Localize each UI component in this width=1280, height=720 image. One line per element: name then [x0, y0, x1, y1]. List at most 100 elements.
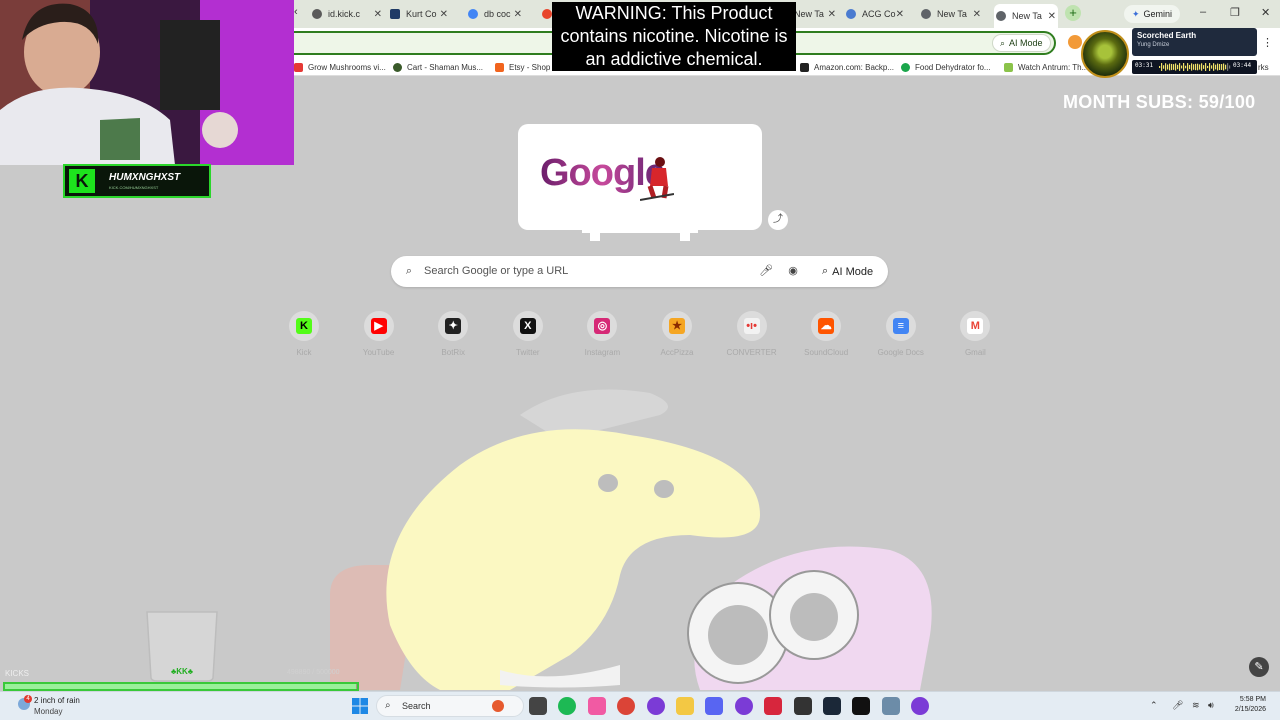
taskbar-search[interactable]: ⌕ Search	[376, 695, 524, 717]
track-artist: Yung Dmize	[1137, 42, 1170, 48]
waveform-bar	[1181, 65, 1183, 69]
shortcut-tile[interactable]: X Twitter	[498, 311, 558, 357]
track-progress-bar: 03:31 03:44	[1132, 60, 1257, 74]
shortcut-icon-circle: ▶	[363, 311, 394, 341]
tab-close-icon[interactable]: ✕	[828, 9, 836, 20]
tab-label: New Ta	[937, 9, 967, 19]
microphone-icon[interactable]: 🎤︎	[1172, 700, 1183, 711]
obs-app-2-icon[interactable]	[734, 697, 753, 715]
voice-search-icon[interactable]: 🎤︎	[759, 264, 773, 278]
close-window-icon[interactable]: ✕	[1261, 6, 1270, 19]
bookmark-item[interactable]: Watch Antrum: Th...	[1004, 60, 1088, 74]
bookmark-item[interactable]: Amazon.com: Backp...	[800, 60, 894, 74]
steelseries-app-icon[interactable]	[793, 697, 812, 715]
shortcut-label: AccPizza	[660, 348, 694, 357]
obs-app-icon[interactable]	[646, 697, 665, 715]
tab-favicon-icon	[312, 9, 322, 19]
folder-app-icon[interactable]	[676, 697, 694, 715]
shortcut-tile[interactable]: M Gmail	[945, 311, 1005, 357]
kicks-goal-label: KICKS	[5, 669, 30, 678]
google-lens-icon[interactable]: ◉	[786, 264, 800, 278]
capcut-app-icon[interactable]	[852, 697, 871, 715]
shortcut-tile[interactable]: ★ AccPizza	[647, 311, 707, 357]
waveform-bar	[1197, 63, 1199, 71]
shortcut-tile[interactable]: ☁ SoundCloud	[796, 311, 856, 357]
background-art-image	[330, 389, 932, 690]
tab-close-icon[interactable]: ✕	[973, 9, 981, 20]
shortcut-tile[interactable]: ◎ Instagram	[572, 311, 632, 357]
tab-close-icon[interactable]: ✕	[440, 9, 448, 20]
waveform-bar	[1203, 65, 1205, 69]
wifi-icon[interactable]: ≋	[1192, 700, 1200, 711]
waveform-bar	[1171, 63, 1173, 71]
kick-icon: K	[296, 318, 312, 334]
minimize-icon[interactable]: –	[1200, 6, 1206, 18]
browser-tab[interactable]: id.kick.c ✕	[312, 4, 384, 24]
ai-mode-button[interactable]: ⌕ AI Mode	[814, 261, 881, 282]
spotify-app-icon[interactable]	[558, 697, 577, 715]
gemini-button[interactable]: ✦ Gemini	[1124, 5, 1181, 23]
browser-tab-active[interactable]: New Ta ✕	[994, 4, 1058, 28]
tab-close-icon[interactable]: ✕	[374, 9, 382, 20]
browser-tab[interactable]: ACG Co ✕	[846, 4, 906, 24]
shortcut-tile[interactable]: ▶ YouTube	[349, 311, 409, 357]
weather-day: Monday	[34, 707, 63, 716]
waveform-bar	[1213, 63, 1215, 71]
waveform-bar	[1179, 63, 1181, 71]
tab-favicon-icon	[846, 9, 856, 19]
bookmark-item[interactable]: Grow Mushrooms vi...	[294, 60, 386, 74]
tab-label: ACG Co	[862, 9, 896, 19]
share-icon: ⤴	[773, 214, 783, 225]
shortcut-tile[interactable]: ✦ BotRix	[423, 311, 483, 357]
botrix-icon: ✦	[445, 318, 462, 334]
all-bookmarks-item[interactable]: rks	[1258, 60, 1269, 74]
twitter-icon: X	[519, 318, 536, 334]
browser-tab[interactable]: New Ta ✕	[921, 4, 983, 24]
tab-scroll-left-icon[interactable]: ‹	[294, 6, 298, 18]
bookmark-item[interactable]: Cart - Shaman Mus...	[393, 60, 483, 74]
browser-tab[interactable]: Kurt Co ✕	[390, 4, 450, 24]
snipping-app-icon[interactable]	[881, 697, 900, 715]
bookmark-item[interactable]: Etsy - Shop	[495, 60, 550, 74]
windows-start-icon[interactable]	[352, 698, 368, 714]
itunes-app-icon[interactable]	[587, 697, 606, 715]
browser-tab[interactable]: db coc ✕	[468, 4, 524, 24]
gemini-icon: ✦	[1132, 8, 1140, 19]
screenshot-app-icon[interactable]	[764, 697, 783, 715]
accpizza-icon: ★	[669, 318, 685, 334]
search-input[interactable]: Search Google or type a URL	[424, 265, 568, 277]
waveform-bar	[1189, 64, 1191, 70]
soundcloud-icon: ☁	[818, 318, 835, 334]
browser-menu-icon[interactable]: ⋮	[1262, 36, 1273, 49]
waveform-bar	[1187, 63, 1189, 71]
omnibox-ai-mode-button[interactable]: ⌕ AI Mode	[992, 34, 1051, 52]
shortcut-icon-circle: ≡	[885, 311, 916, 341]
show-hidden-icons-icon[interactable]: ⌃	[1150, 700, 1158, 711]
volume-icon[interactable]: 🔊︎	[1208, 700, 1214, 711]
browser-app-icon[interactable]	[911, 697, 930, 715]
shortcut-icon-circle: ★	[662, 311, 692, 341]
system-clock[interactable]: 5:58 PM 2/15/2026	[1226, 695, 1266, 715]
steam-app-icon[interactable]	[823, 697, 841, 715]
shortcut-tile[interactable]: K Kick	[274, 311, 334, 357]
google-search-box[interactable]: ⌕ Search Google or type a URL 🎤︎ ◉ ⌕ AI …	[391, 256, 888, 287]
file-explorer-app-icon[interactable]	[529, 697, 547, 715]
maximize-icon[interactable]: ❐	[1230, 6, 1240, 19]
customize-chrome-button[interactable]: ✎	[1249, 657, 1269, 677]
shortcut-icon-circle: K	[289, 311, 319, 341]
tab-close-icon[interactable]: ✕	[1048, 11, 1056, 22]
tab-close-icon[interactable]: ✕	[514, 9, 522, 20]
discord-app-icon[interactable]	[705, 697, 724, 715]
weather-alert-badge: 4	[24, 695, 32, 703]
shortcut-tile[interactable]: •ı• CONVERTER	[722, 311, 782, 357]
browser-tab[interactable]: New Ta ✕	[794, 4, 838, 24]
tab-label: db coc	[484, 9, 511, 19]
chrome-app-icon[interactable]	[617, 697, 636, 715]
bookmark-item[interactable]: Food Dehydrator fo...	[901, 60, 991, 74]
kicks-goal-fill	[5, 684, 357, 689]
tab-close-icon[interactable]: ✕	[896, 9, 904, 20]
doodle-share-button[interactable]: ⤴	[768, 210, 788, 230]
new-tab-button[interactable]: +	[1065, 5, 1081, 21]
channel-url: KICK.COM/HUMXNGHXST	[109, 185, 159, 190]
shortcut-tile[interactable]: ≡ Google Docs	[871, 311, 931, 357]
